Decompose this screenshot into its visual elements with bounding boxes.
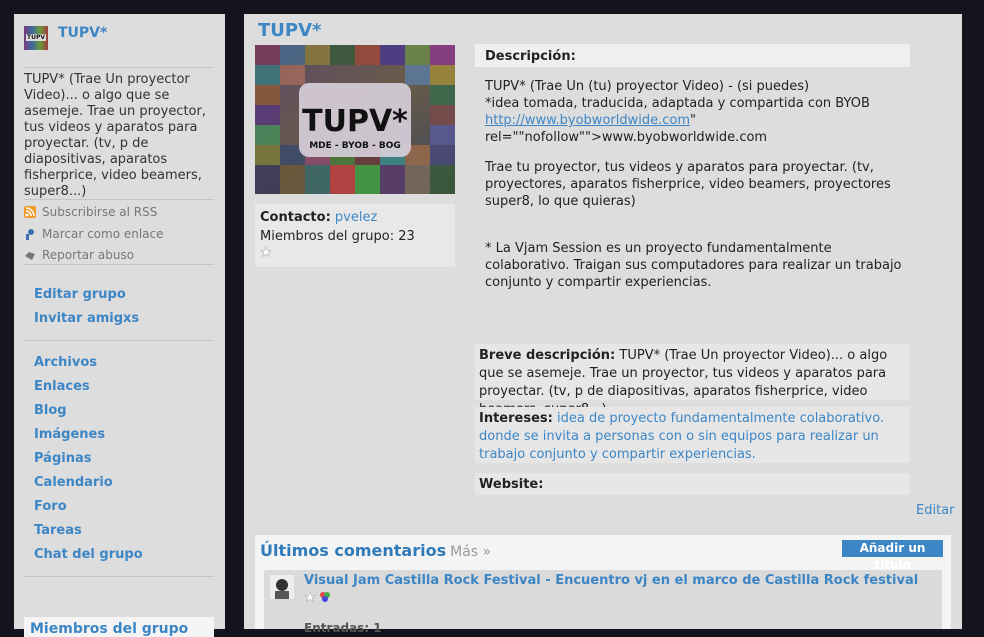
group-sidebar: TUPV TUPV* TUPV* (Trae Un proyector Vide…: [14, 14, 225, 637]
sidebar-group-description: TUPV* (Trae Un proyector Video)... o alg…: [24, 72, 206, 199]
subscribe-rss-label: Subscribirse al RSS: [42, 205, 158, 219]
edit-group-link[interactable]: Editar grupo: [34, 287, 126, 302]
interests-label: Intereses:: [479, 411, 553, 426]
contact-user-link[interactable]: pvelez: [335, 210, 377, 225]
comment-entry: Visual Jam Castilla Rock Festival - Encu…: [264, 570, 942, 635]
report-abuse-link[interactable]: Reportar abuso: [24, 248, 134, 262]
description-line-2-suffix: ": [690, 113, 696, 128]
description-paragraph-2: Trae tu proyector, tus videos y aparatos…: [485, 160, 891, 209]
description-line-2: *idea tomada, traducida, adaptada y comp…: [485, 96, 870, 111]
report-abuse-label: Reportar abuso: [42, 248, 135, 262]
edit-link[interactable]: Editar: [916, 503, 955, 518]
group-main-panel: TUPV* TUPV* MDE - BYOB - BOG Contacto: p…: [244, 14, 962, 635]
invite-friends-link[interactable]: Invitar amigxs: [34, 311, 139, 326]
nav-tareas[interactable]: Tareas: [34, 523, 82, 538]
divider: [24, 199, 214, 200]
sidebar-group-title[interactable]: TUPV*: [58, 25, 107, 41]
nav-imagenes[interactable]: Imágenes: [34, 427, 105, 442]
website-row: Website:: [475, 473, 910, 495]
website-label: Website:: [479, 477, 544, 492]
bookmark-label: Marcar como enlace: [42, 227, 164, 241]
nav-paginas[interactable]: Páginas: [34, 451, 91, 466]
nav-blog[interactable]: Blog: [34, 403, 67, 418]
group-image-text: TUPV*: [302, 104, 408, 139]
brief-description-row: Breve descripción: TUPV* (Trae Un proyec…: [475, 344, 910, 417]
entry-count: Entradas: 1: [304, 621, 382, 635]
contact-row: Contacto: pvelez: [260, 210, 377, 225]
members-count: Miembros del grupo: 23: [260, 229, 415, 244]
more-comments-link[interactable]: Más »: [450, 544, 491, 560]
group-thumbnail[interactable]: TUPV: [24, 26, 48, 50]
members-box-title: Miembros del grupo: [30, 621, 189, 637]
contact-box: Contacto: pvelez Miembros del grupo: 23: [255, 204, 455, 267]
page-title: TUPV*: [258, 20, 322, 41]
byob-link[interactable]: http://www.byobworldwide.com: [485, 113, 690, 128]
nav-calendario[interactable]: Calendario: [34, 475, 113, 490]
bookmark-icon: [24, 228, 36, 240]
brief-description-label: Breve descripción:: [479, 348, 616, 363]
divider: [24, 264, 214, 265]
description-header: Descripción:: [475, 44, 910, 67]
avatar[interactable]: [270, 575, 294, 599]
description-line-3: rel=""nofollow"">www.byobworldwide.com: [485, 130, 768, 145]
bookmark-link[interactable]: Marcar como enlace: [24, 227, 164, 241]
latest-comments-heading: Últimos comentarios Más »: [260, 541, 491, 560]
members-box: Miembros del grupo: [24, 617, 214, 637]
nav-archivos[interactable]: Archivos: [34, 355, 97, 370]
latest-comments-title: Últimos comentarios: [260, 541, 447, 560]
description-line-1: TUPV* (Trae Un (tu) proyector Video) - (…: [485, 79, 810, 94]
star-icon[interactable]: [259, 245, 273, 262]
nav-chat-del-grupo[interactable]: Chat del grupo: [34, 547, 143, 562]
interests-row: Intereses: idea de proyecto fundamentalm…: [475, 407, 910, 463]
divider: [24, 576, 214, 577]
nav-enlaces[interactable]: Enlaces: [34, 379, 90, 394]
nav-foro[interactable]: Foro: [34, 499, 67, 514]
group-image-subtext: MDE - BYOB - BOG: [309, 141, 401, 151]
divider: [24, 340, 214, 341]
group-image: TUPV* MDE - BYOB - BOG: [255, 45, 455, 194]
star-icon[interactable]: [303, 590, 317, 607]
contact-label: Contacto:: [260, 210, 331, 225]
latest-comments-module: Últimos comentarios Más » Añadir un títul…: [255, 535, 951, 635]
subscribe-rss-link[interactable]: Subscribirse al RSS: [24, 205, 157, 219]
thumbnail-text: TUPV: [26, 34, 47, 41]
share-icon[interactable]: [319, 591, 331, 607]
description-paragraph-3: * La Vjam Session es un proyecto fundame…: [485, 241, 902, 290]
entry-icons: [303, 590, 331, 607]
rss-icon: [24, 206, 36, 218]
report-icon: [24, 249, 36, 261]
description-body: TUPV* (Trae Un (tu) proyector Video) - (…: [485, 78, 905, 304]
description-label: Descripción:: [485, 49, 576, 64]
add-title-button[interactable]: Añadir un título: [842, 540, 943, 572]
divider: [24, 67, 214, 68]
comment-entry-title[interactable]: Visual Jam Castilla Rock Festival - Encu…: [304, 573, 918, 588]
